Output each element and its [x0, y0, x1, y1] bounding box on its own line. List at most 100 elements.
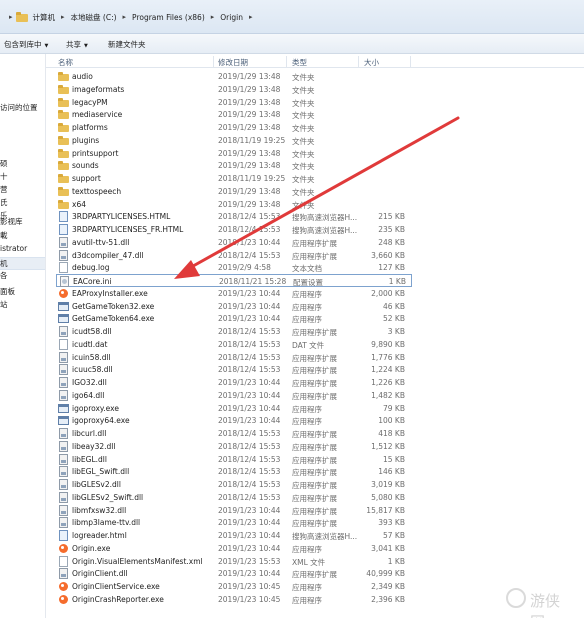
breadcrumb-origin[interactable]: Origin	[217, 13, 246, 22]
file-row[interactable]: GetGameToken64.exe 2019/1/23 10:44 应用程序 52 …	[56, 312, 412, 325]
file-row[interactable]: support 2018/11/19 19:25 文件夹	[56, 172, 412, 185]
file-row[interactable]: IGO32.dll 2019/1/23 10:44 应用程序扩展 1,226 KB	[56, 376, 412, 389]
file-row[interactable]: OriginCrashReporter.exe 2019/1/23 10:45 应用…	[56, 593, 412, 606]
file-size: 57 KB	[383, 531, 405, 540]
chevron-right-icon[interactable]: ▸	[246, 13, 256, 21]
file-row[interactable]: d3dcompiler_47.dll 2018/12/4 15:53 应用程序扩展 3…	[56, 249, 412, 262]
file-name: avutil-ttv-51.dll	[72, 237, 130, 247]
file-type: 应用程序扩展	[292, 353, 337, 363]
file-name: OriginCrashReporter.exe	[72, 594, 164, 604]
nav-item[interactable]: 載	[0, 230, 45, 243]
chevron-right-icon[interactable]: ▸	[58, 13, 68, 21]
file-row[interactable]: imageformats 2019/1/29 13:48 文件夹	[56, 83, 412, 96]
file-row-selected[interactable]: EACore.ini 2018/11/21 15:28 配置设置 1 KB	[56, 274, 412, 287]
file-row[interactable]: mediaservice 2019/1/29 13:48 文件夹	[56, 108, 412, 121]
navigation-pane[interactable]: 访问的位置 硕 十 营 氏 乐 影视库 載 istrator 机 各 面板 站	[0, 54, 46, 618]
file-row[interactable]: icudtl.dat 2018/12/4 15:53 DAT 文件 9,890 KB	[56, 338, 412, 351]
file-list[interactable]: 名称 修改日期 类型 大小 audio 2019/1/29 13:48 文件夹 ima…	[46, 54, 584, 618]
breadcrumb: ▸ 计算机 ▸ 本地磁盘 (C:) ▸ Program Files (x86) …	[6, 10, 255, 24]
file-row[interactable]: igoproxy.exe 2019/1/23 10:44 应用程序 79 KB	[56, 402, 412, 415]
file-row[interactable]: platforms 2019/1/29 13:48 文件夹	[56, 121, 412, 134]
column-divider[interactable]	[358, 56, 359, 67]
nav-item-control-panel[interactable]: 面板	[0, 286, 45, 299]
file-row[interactable]: libcurl.dll 2018/12/4 15:53 应用程序扩展 418 KB	[56, 427, 412, 440]
file-row[interactable]: EAProxyInstaller.exe 2019/1/23 10:44 应用程序 2…	[56, 287, 412, 300]
file-row[interactable]: plugins 2018/11/19 19:25 文件夹	[56, 134, 412, 147]
file-date: 2018/12/4 15:53	[218, 467, 281, 477]
nav-item[interactable]: 各	[0, 270, 45, 283]
file-row[interactable]: libGLESv2_Swift.dll 2018/12/4 15:53 应用程序扩展…	[56, 491, 412, 504]
address-bar[interactable]: ▸ 计算机 ▸ 本地磁盘 (C:) ▸ Program Files (x86) …	[0, 0, 584, 34]
nav-item-label: 十	[0, 172, 8, 181]
file-row[interactable]: libEGL_Swift.dll 2018/12/4 15:53 应用程序扩展 146…	[56, 465, 412, 478]
file-type: 文本文档	[292, 264, 322, 274]
nav-item[interactable]: 硕	[0, 158, 45, 171]
file-row[interactable]: logreader.html 2019/1/23 10:44 搜狗高速浏览器H...…	[56, 529, 412, 542]
chevron-right-icon[interactable]: ▸	[6, 13, 16, 21]
html-file-icon	[59, 530, 68, 541]
command-bar: 包含到库中 ▼ 共享 ▼ 新建文件夹	[0, 34, 584, 54]
file-row[interactable]: printsupport 2019/1/29 13:48 文件夹	[56, 147, 412, 160]
file-row[interactable]: audio 2019/1/29 13:48 文件夹	[56, 70, 412, 83]
column-header-size[interactable]: 大小	[364, 57, 379, 68]
nav-item-recent-places[interactable]: 访问的位置	[0, 102, 45, 115]
column-divider[interactable]	[286, 56, 287, 67]
file-row[interactable]: igoproxy64.exe 2019/1/23 10:44 应用程序 100 KB	[56, 414, 412, 427]
file-row[interactable]: debug.log 2019/2/9 4:58 文本文档 127 KB	[56, 261, 412, 274]
file-date: 2019/1/23 10:44	[218, 237, 281, 247]
file-row[interactable]: icuuc58.dll 2018/12/4 15:53 应用程序扩展 1,224 KB	[56, 363, 412, 376]
document-file-icon	[59, 338, 68, 350]
file-row[interactable]: OriginClient.dll 2019/1/23 10:44 应用程序扩展 40,…	[56, 567, 412, 580]
new-folder-button[interactable]: 新建文件夹	[108, 39, 146, 50]
file-name: icudtl.dat	[72, 339, 108, 349]
nav-item-video-library[interactable]: 影视库	[0, 216, 45, 229]
file-size: 235 KB	[378, 225, 405, 234]
dll-file-icon	[59, 568, 68, 580]
include-in-library-button[interactable]: 包含到库中 ▼	[4, 39, 48, 50]
column-divider[interactable]	[213, 56, 214, 67]
nav-item-recycle-bin[interactable]: 站	[0, 299, 45, 312]
file-row[interactable]: libeay32.dll 2018/12/4 15:53 应用程序扩展 1,512 K…	[56, 440, 412, 453]
nav-item[interactable]: 营	[0, 184, 45, 197]
file-row[interactable]: GetGameToken32.exe 2019/1/23 10:44 应用程序 46 …	[56, 300, 412, 313]
column-divider[interactable]	[410, 56, 411, 67]
file-type: 应用程序扩展	[292, 570, 337, 580]
share-button[interactable]: 共享 ▼	[66, 39, 88, 50]
file-row[interactable]: texttospeech 2019/1/29 13:48 文件夹	[56, 185, 412, 198]
file-row[interactable]: Origin.exe 2019/1/23 10:44 应用程序 3,041 KB	[56, 542, 412, 555]
breadcrumb-program-files[interactable]: Program Files (x86)	[129, 13, 208, 22]
file-row[interactable]: igo64.dll 2019/1/23 10:44 应用程序扩展 1,482 KB	[56, 389, 412, 402]
nav-item-administrator[interactable]: istrator	[0, 244, 45, 257]
file-row[interactable]: icuin58.dll 2018/12/4 15:53 应用程序扩展 1,776 KB	[56, 351, 412, 364]
column-header-date[interactable]: 修改日期	[218, 57, 248, 68]
origin-app-icon	[59, 594, 68, 604]
nav-item[interactable]: 十	[0, 171, 45, 184]
file-row[interactable]: 3RDPARTYLICENSES.HTML 2018/12/4 15:53 搜狗高速…	[56, 210, 412, 223]
file-row[interactable]: libGLESv2.dll 2018/12/4 15:53 应用程序扩展 3,019 …	[56, 478, 412, 491]
nav-item-computer[interactable]: 机	[0, 257, 45, 270]
column-header-type[interactable]: 类型	[292, 57, 307, 68]
chevron-right-icon[interactable]: ▸	[120, 13, 130, 21]
file-row[interactable]: icudt58.dll 2018/12/4 15:53 应用程序扩展 3 KB	[56, 325, 412, 338]
file-row[interactable]: Origin.VisualElementsManifest.xml 2019/1/…	[56, 555, 412, 568]
nav-item[interactable]: 氏	[0, 197, 45, 210]
breadcrumb-drive-c[interactable]: 本地磁盘 (C:)	[68, 12, 120, 23]
file-type: 应用程序扩展	[292, 251, 337, 261]
column-header-name[interactable]: 名称	[58, 57, 73, 68]
file-name: libGLESv2_Swift.dll	[72, 492, 144, 502]
file-size: 1 KB	[388, 277, 406, 286]
file-row[interactable]: libmfxsw32.dll 2019/1/23 10:44 应用程序扩展 15,81…	[56, 504, 412, 517]
file-row[interactable]: 3RDPARTYLICENSES_FR.HTML 2018/12/4 15:53 搜…	[56, 223, 412, 236]
file-row[interactable]: x64 2019/1/29 13:48 文件夹	[56, 198, 412, 211]
file-row[interactable]: sounds 2019/1/29 13:48 文件夹	[56, 159, 412, 172]
breadcrumb-computer[interactable]: 计算机	[30, 12, 59, 23]
file-name: icudt58.dll	[72, 327, 112, 336]
file-row[interactable]: libmp3lame-ttv.dll 2019/1/23 10:44 应用程序扩展 3…	[56, 516, 412, 529]
chevron-right-icon[interactable]: ▸	[208, 13, 218, 21]
dropdown-caret-icon: ▼	[84, 43, 88, 49]
file-row[interactable]: OriginClientService.exe 2019/1/23 10:45 应用…	[56, 580, 412, 593]
file-row[interactable]: libEGL.dll 2018/12/4 15:53 应用程序扩展 15 KB	[56, 453, 412, 466]
file-row[interactable]: legacyPM 2019/1/29 13:48 文件夹	[56, 96, 412, 109]
file-type: 文件夹	[292, 175, 315, 184]
file-row[interactable]: avutil-ttv-51.dll 2019/1/23 10:44 应用程序扩展 24…	[56, 236, 412, 249]
